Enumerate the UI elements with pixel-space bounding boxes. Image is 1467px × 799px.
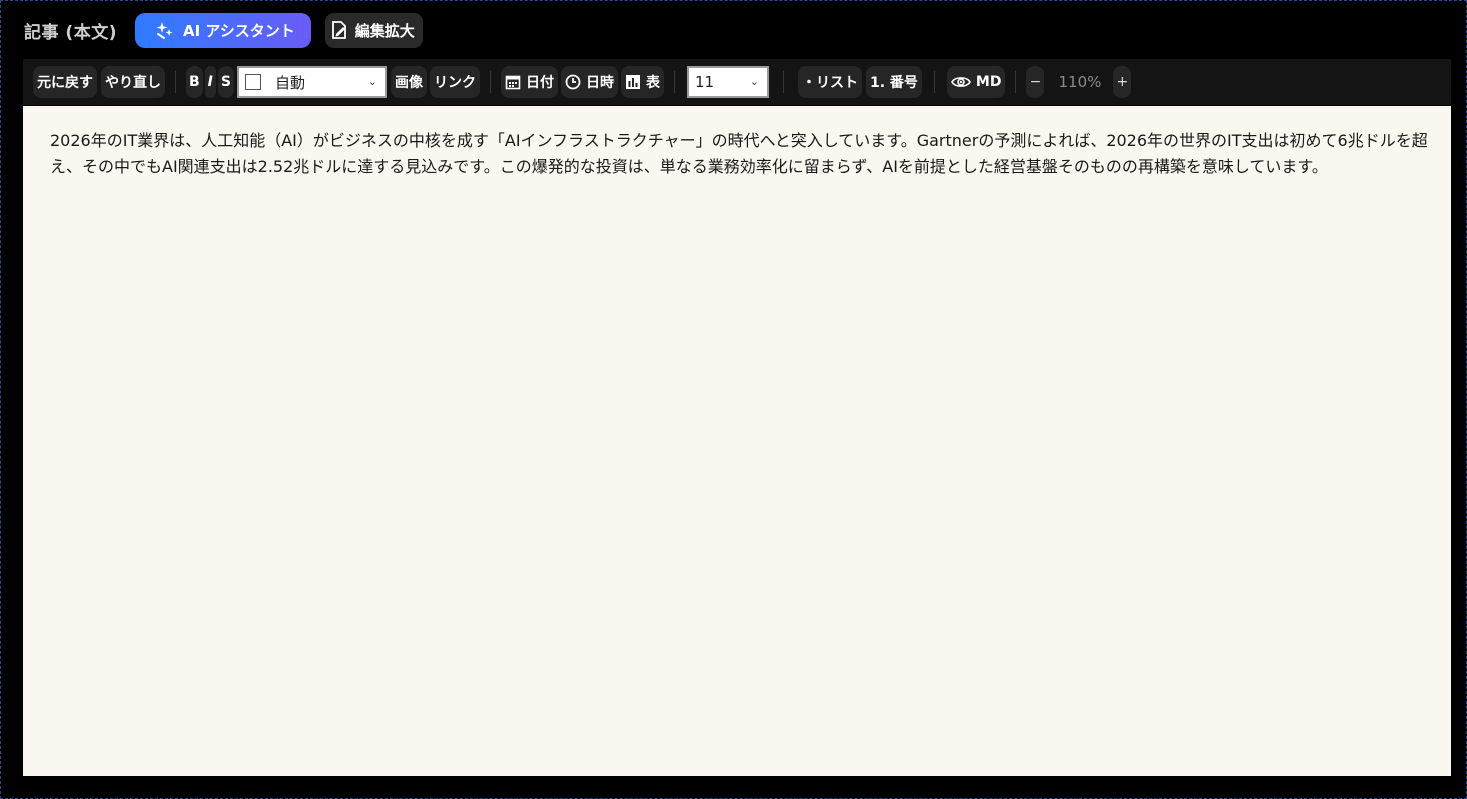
insert-image-button[interactable]: 画像: [390, 66, 427, 98]
calendar-icon: [505, 74, 521, 90]
clock-icon: [565, 74, 581, 90]
insert-date-button[interactable]: 日付: [500, 66, 558, 98]
insert-datetime-button[interactable]: 日時: [560, 66, 618, 98]
ai-assistant-label: AI アシスタント: [182, 21, 295, 40]
zoom-in-button[interactable]: +: [1113, 66, 1132, 98]
markdown-preview-button[interactable]: MD: [946, 66, 1006, 98]
bullet-list-button[interactable]: ・リスト: [797, 66, 862, 98]
bold-label: B: [189, 74, 200, 90]
undo-label: 元に戻す: [37, 75, 93, 91]
insert-date-label: 日付: [525, 75, 554, 91]
insert-table-label: 表: [645, 75, 660, 91]
editor-content-area[interactable]: 2026年のIT業界は、人工知能（AI）がビジネスの中核を成す「AIインフラスト…: [23, 106, 1451, 776]
font-size-select[interactable]: 11 ⌄: [686, 66, 769, 98]
color-select-value: 自動: [274, 73, 305, 92]
ai-assistant-button[interactable]: AI アシスタント: [134, 12, 311, 48]
redo-button[interactable]: やり直し: [101, 66, 165, 98]
toolbar-divider: [933, 71, 935, 93]
insert-datetime-label: 日時: [585, 75, 614, 91]
insert-link-button[interactable]: リンク: [429, 66, 480, 98]
toolbar-divider: [1015, 71, 1017, 93]
table-chart-icon: [625, 74, 641, 90]
insert-link-label: リンク: [433, 75, 476, 91]
eye-icon: [951, 74, 971, 90]
text-color-select[interactable]: 自動 ⌄: [236, 66, 387, 98]
editor-paragraph: 2026年のIT業界は、人工知能（AI）がビジネスの中核を成す「AIインフラスト…: [50, 131, 1428, 176]
italic-button[interactable]: I: [204, 66, 216, 98]
bullet-list-label: ・リスト: [801, 75, 858, 91]
color-swatch: [244, 74, 261, 90]
strikethrough-button[interactable]: S: [217, 66, 234, 98]
toolbar-divider: [175, 71, 176, 93]
editor-toolbar: 元に戻す やり直し B I S 自動 ⌄ 画像 リンク 日付 日時 表 11 ⌄…: [23, 59, 1451, 105]
toolbar-divider: [673, 71, 675, 93]
italic-label: I: [207, 74, 213, 90]
numbered-list-button[interactable]: 1. 番号: [865, 66, 922, 98]
chevron-down-icon: ⌄: [749, 75, 759, 88]
minus-icon: −: [1029, 74, 1042, 90]
section-title: 記事 (本文): [24, 22, 117, 43]
toolbar-divider: [489, 71, 491, 93]
toolbar-divider: [782, 71, 784, 93]
numbered-list-label: 1. 番号: [869, 75, 918, 91]
zoom-level: 110%: [1058, 73, 1102, 91]
font-size-value: 11: [694, 73, 715, 91]
plus-icon: +: [1116, 74, 1129, 90]
expand-editor-label: 編集拡大: [354, 21, 415, 40]
zoom-out-button[interactable]: −: [1026, 66, 1045, 98]
header: 記事 (本文) AI アシスタント 編集拡大: [24, 12, 423, 48]
insert-table-button[interactable]: 表: [620, 66, 664, 98]
edit-document-icon: [329, 20, 349, 40]
markdown-label: MD: [975, 74, 1002, 90]
strikethrough-label: S: [220, 74, 231, 90]
redo-label: やり直し: [105, 75, 161, 91]
bold-button[interactable]: B: [186, 66, 203, 98]
chevron-down-icon: ⌄: [367, 75, 377, 88]
expand-editor-button[interactable]: 編集拡大: [324, 12, 423, 48]
sparkle-icon: [155, 20, 175, 40]
undo-button[interactable]: 元に戻す: [33, 66, 97, 98]
insert-image-label: 画像: [394, 75, 423, 91]
